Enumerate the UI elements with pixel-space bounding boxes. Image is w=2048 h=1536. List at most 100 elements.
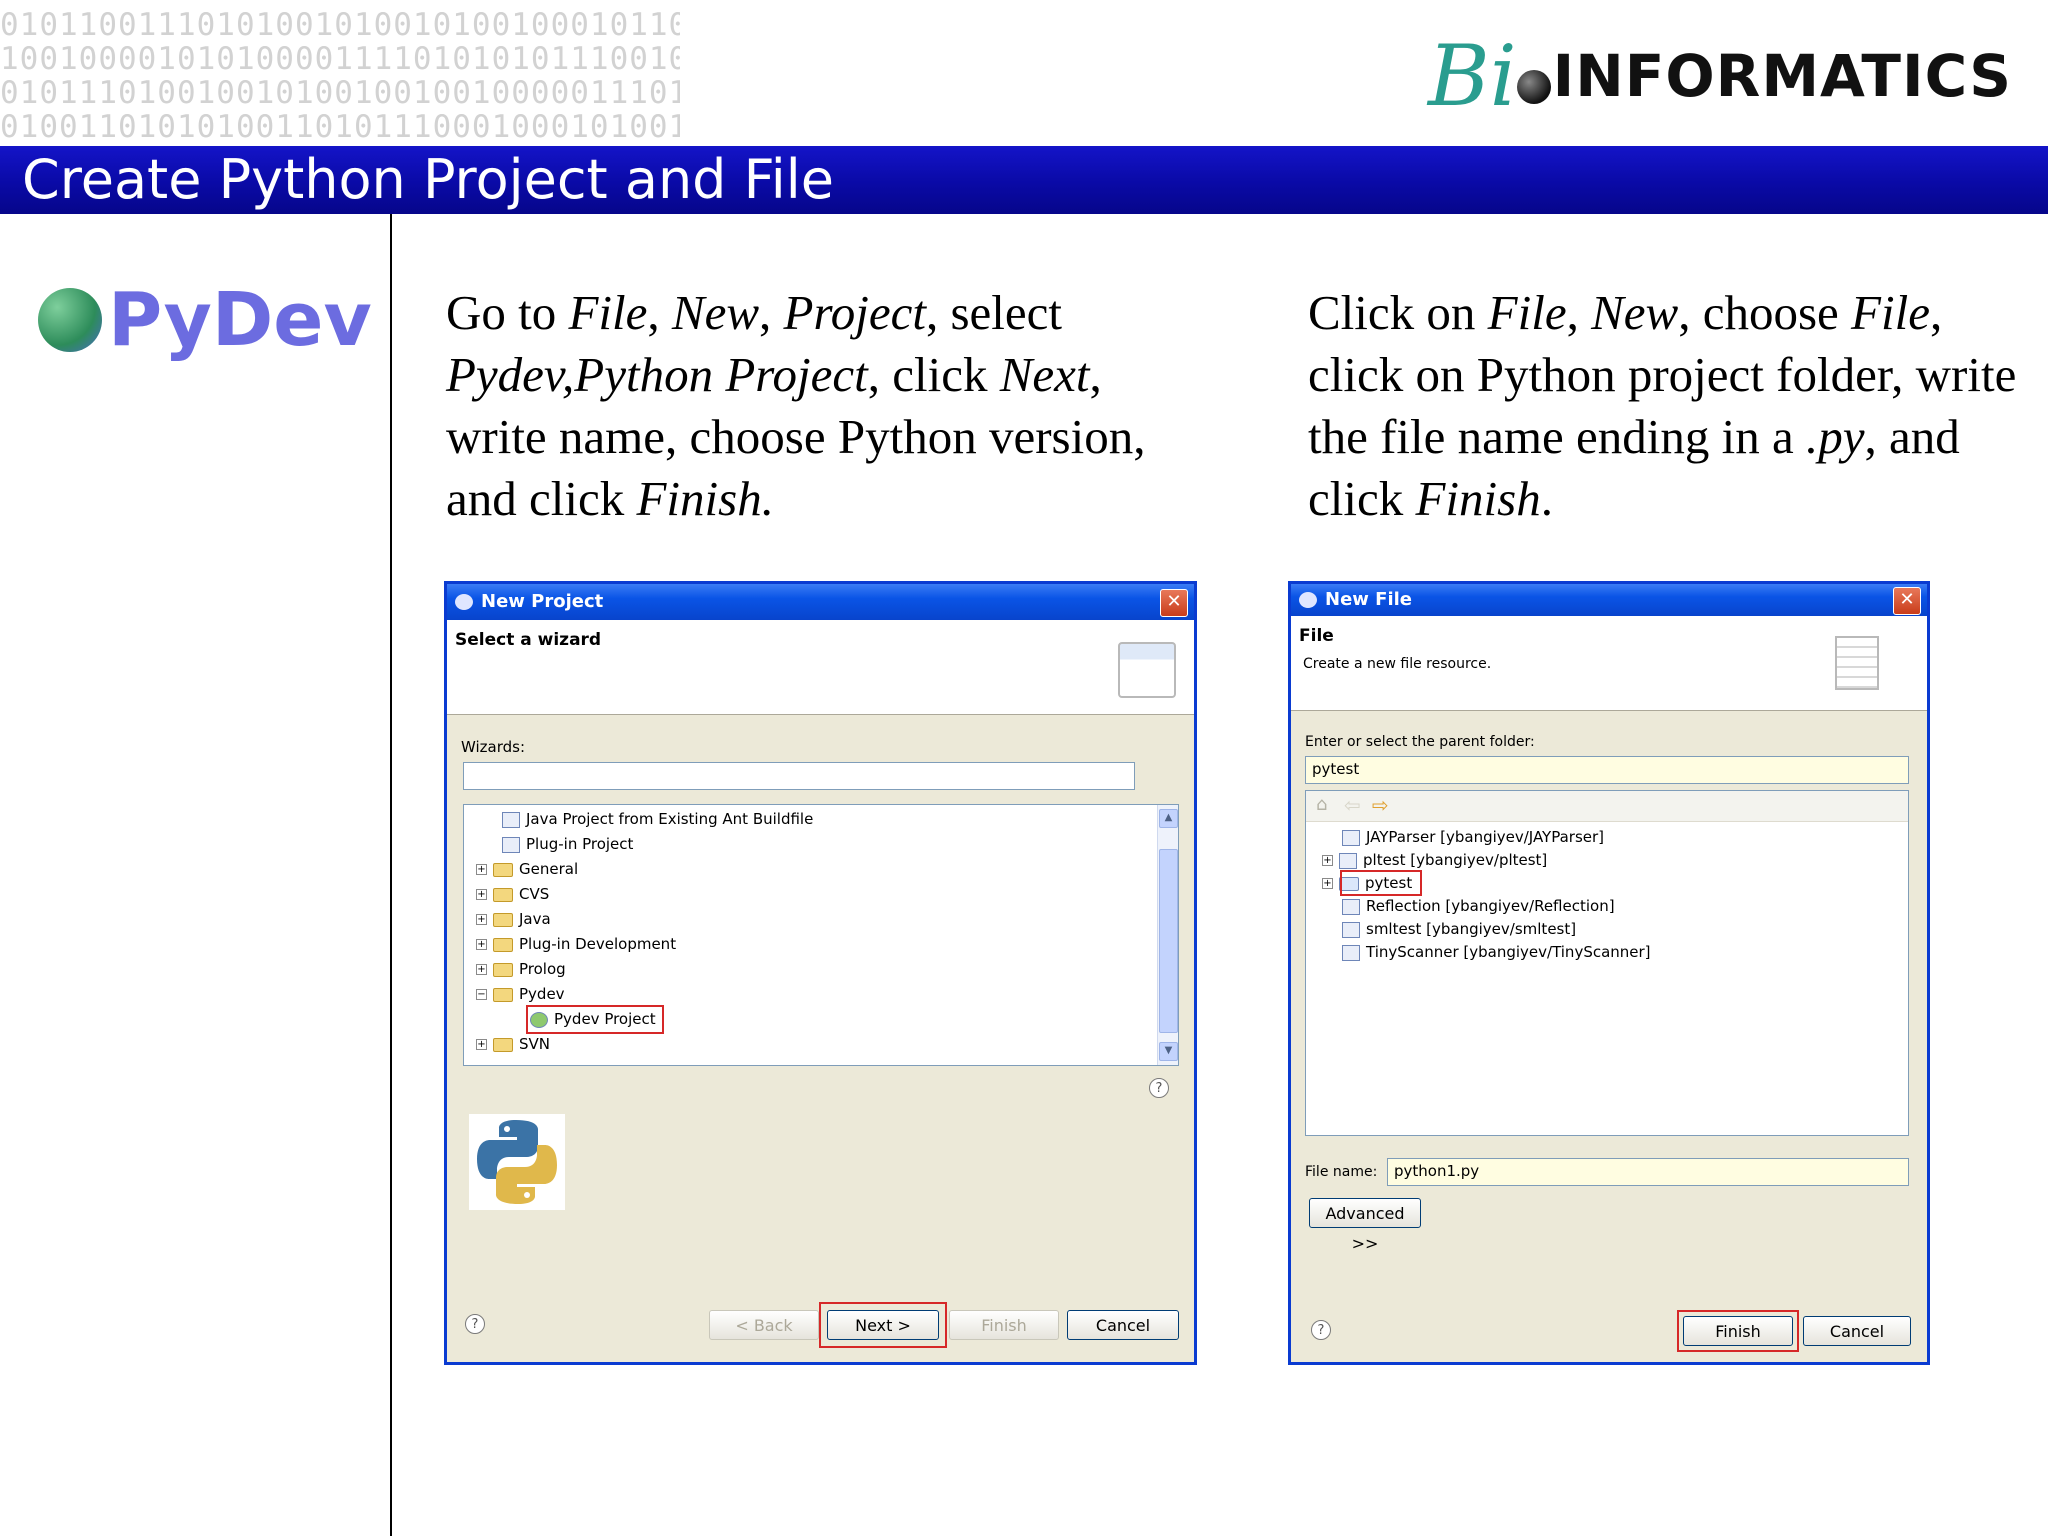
tree-item-svn[interactable]: + SVN <box>476 1032 550 1057</box>
tree-scrollbar[interactable]: ▲ ▼ <box>1157 805 1178 1065</box>
tree-label: Reflection [ybangiyev/Reflection] <box>1366 897 1615 915</box>
page-title: Create Python Project and File <box>22 148 834 211</box>
tree-item-java-ant[interactable]: Java Project from Existing Ant Buildfile <box>502 807 813 832</box>
tree-item-pydev[interactable]: − Pydev <box>476 982 565 1007</box>
expand-icon[interactable]: + <box>476 939 487 950</box>
tree-label: SVN <box>519 1035 551 1053</box>
close-button[interactable]: ✕ <box>1893 587 1921 615</box>
binary-line: 0101100111010100101001010010001011010100… <box>0 8 680 42</box>
folder-tree[interactable]: ⌂ ⇦ ⇨ JAYParser [ybangiyev/JAYParser] + p… <box>1305 790 1909 1136</box>
text: , select <box>925 285 1062 340</box>
text: Click on <box>1308 285 1488 340</box>
help-icon[interactable]: ? <box>1311 1320 1331 1340</box>
project-icon <box>1342 898 1360 915</box>
tree-item-prolog[interactable]: + Prolog <box>476 957 566 982</box>
cancel-button[interactable]: Cancel <box>1067 1310 1179 1340</box>
menu-pydev-project: Pydev,Python Project <box>446 347 868 402</box>
tree-item-smltest[interactable]: smltest [ybangiyev/smltest] <box>1342 917 1576 942</box>
tree-label: General <box>519 860 579 878</box>
plugin-project-icon <box>502 836 520 853</box>
tree-item-plugin-development[interactable]: + Plug-in Development <box>476 932 676 957</box>
eclipse-icon <box>1299 592 1317 608</box>
highlight-finish <box>1677 1310 1799 1352</box>
tree-nav-bar: ⌂ ⇦ ⇨ <box>1306 791 1908 822</box>
finish-button[interactable]: Finish <box>949 1310 1059 1340</box>
dialog-titlebar: New Project ✕ <box>447 584 1194 620</box>
pydev-icon <box>38 288 102 352</box>
expand-icon[interactable]: + <box>1322 878 1333 889</box>
menu-new: New <box>671 285 760 340</box>
expand-icon[interactable]: + <box>476 914 487 925</box>
expand-icon[interactable]: + <box>476 889 487 900</box>
tree-label: Prolog <box>519 960 566 978</box>
text: , click <box>867 347 1000 402</box>
pydev-label: PyDev <box>108 277 372 363</box>
tree-item-reflection[interactable]: Reflection [ybangiyev/Reflection] <box>1342 894 1615 919</box>
tree-item-general[interactable]: + General <box>476 857 578 882</box>
project-icon <box>1342 944 1360 961</box>
binary-line: 0101110100100101001001001000001110101010… <box>0 76 680 110</box>
instructions-right: Click on File, New, choose File, click o… <box>1308 282 2028 530</box>
scroll-up-icon[interactable]: ▲ <box>1159 809 1178 828</box>
collapse-icon[interactable]: − <box>476 989 487 1000</box>
wizards-label: Wizards: <box>461 738 526 756</box>
file-subheading: Create a new file resource. <box>1303 656 1492 672</box>
wizard-banner-icon <box>1118 642 1176 698</box>
menu-file-item: File <box>1851 285 1930 340</box>
menu-finish: Finish. <box>636 471 774 526</box>
help-icon[interactable]: ? <box>465 1314 485 1334</box>
back-button[interactable]: < Back <box>709 1310 819 1340</box>
file-banner-icon <box>1835 636 1879 690</box>
title-bar: Create Python Project and File <box>0 146 2048 214</box>
tree-item-java[interactable]: + Java <box>476 907 551 932</box>
java-ant-icon <box>502 811 520 828</box>
tree-label: TinyScanner [ybangiyev/TinyScanner] <box>1366 943 1651 961</box>
wizard-tree[interactable]: Java Project from Existing Ant Buildfile… <box>463 804 1179 1066</box>
highlight-pytest <box>1340 870 1422 896</box>
advanced-button[interactable]: Advanced >> <box>1309 1198 1421 1253</box>
back-arrow-icon[interactable]: ⇦ <box>1344 793 1361 817</box>
tree-item-jayparser[interactable]: JAYParser [ybangiyev/JAYParser] <box>1342 825 1604 850</box>
text: , <box>1566 285 1592 340</box>
binary-line: 0100110101010011010111000100010100111010… <box>0 110 680 144</box>
wizard-filter-input[interactable] <box>463 762 1135 790</box>
forward-arrow-icon[interactable]: ⇨ <box>1372 793 1389 817</box>
menu-finish: Finish <box>1415 471 1541 526</box>
home-icon[interactable]: ⌂ <box>1316 794 1327 815</box>
expand-icon[interactable]: + <box>476 864 487 875</box>
folder-icon <box>493 937 513 952</box>
tree-label: JAYParser [ybangiyev/JAYParser] <box>1366 828 1605 846</box>
help-icon[interactable]: ? <box>1149 1078 1169 1098</box>
text: Go to <box>446 285 569 340</box>
folder-icon <box>493 887 513 902</box>
wizard-heading: Select a wizard <box>455 630 602 650</box>
dialog-titlebar: New File ✕ <box>1291 584 1927 616</box>
expand-icon[interactable]: + <box>1322 855 1333 866</box>
project-icon <box>1342 829 1360 846</box>
logo-bi: Bi <box>1428 27 1517 125</box>
scroll-thumb[interactable] <box>1159 849 1178 1033</box>
project-icon <box>1339 852 1357 869</box>
file-heading: File <box>1299 626 1334 646</box>
tree-item-plugin-project[interactable]: Plug-in Project <box>502 832 633 857</box>
scroll-down-icon[interactable]: ▼ <box>1159 1042 1178 1061</box>
file-name-input[interactable]: python1.py <box>1387 1158 1909 1186</box>
file-header: File Create a new file resource. <box>1291 616 1927 711</box>
pydev-logo: PyDev <box>38 280 372 360</box>
tree-label: Plug-in Development <box>519 935 677 953</box>
tree-item-tinyscanner[interactable]: TinyScanner [ybangiyev/TinyScanner] <box>1342 940 1651 965</box>
menu-file: File <box>568 285 648 340</box>
expand-icon[interactable]: + <box>476 964 487 975</box>
parent-folder-input[interactable]: pytest <box>1305 756 1909 784</box>
tree-label: Plug-in Project <box>526 835 634 853</box>
dialog-title: New File <box>1325 589 1413 610</box>
folder-icon <box>493 912 513 927</box>
eclipse-icon <box>455 594 473 610</box>
folder-icon <box>493 862 513 877</box>
close-button[interactable]: ✕ <box>1160 589 1188 617</box>
highlight-next <box>819 1302 947 1348</box>
expand-icon[interactable]: + <box>476 1039 487 1050</box>
cancel-button[interactable]: Cancel <box>1803 1316 1911 1346</box>
instructions-left: Go to File, New, Project, select Pydev,P… <box>446 282 1206 530</box>
tree-item-cvs[interactable]: + CVS <box>476 882 549 907</box>
